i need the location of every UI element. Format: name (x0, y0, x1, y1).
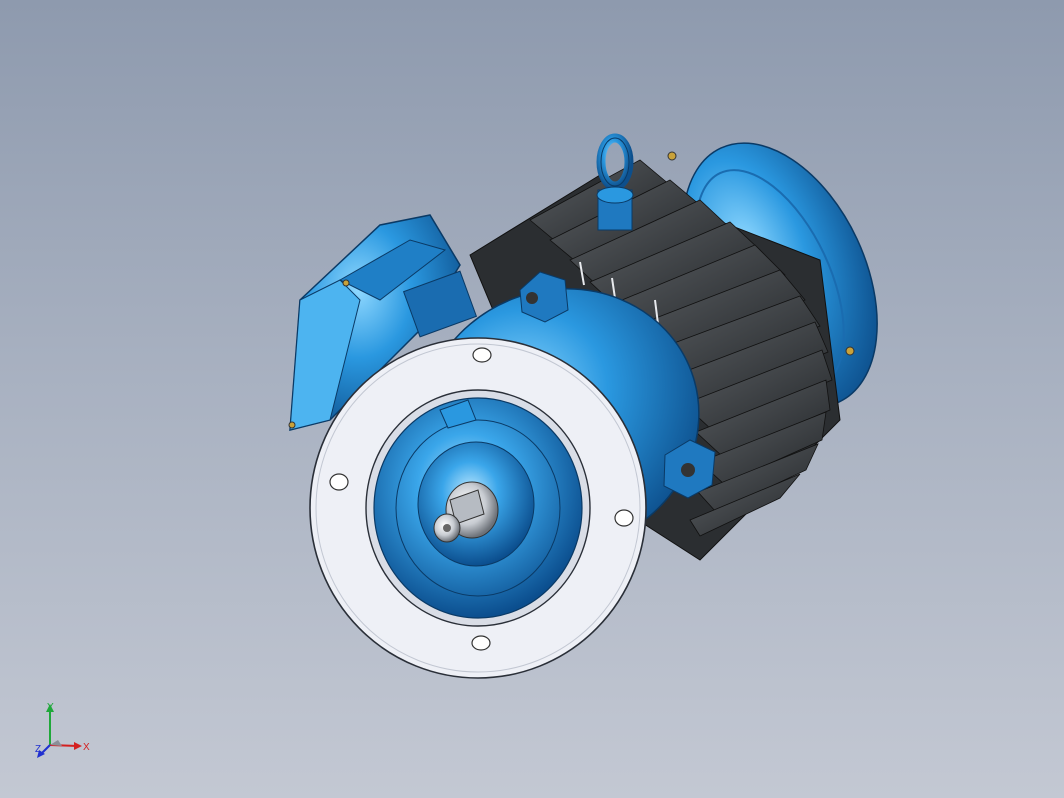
electric-motor-model[interactable] (0, 0, 1064, 798)
orientation-triad[interactable]: Y X Z (28, 700, 98, 770)
x-axis-arrow (74, 742, 82, 750)
y-axis-label: Y (47, 702, 54, 713)
z-axis-label: Z (35, 744, 41, 755)
x-axis-label: X (83, 742, 90, 753)
triad-origin (50, 740, 62, 746)
graphics-viewport[interactable]: Y X Z (0, 0, 1064, 798)
